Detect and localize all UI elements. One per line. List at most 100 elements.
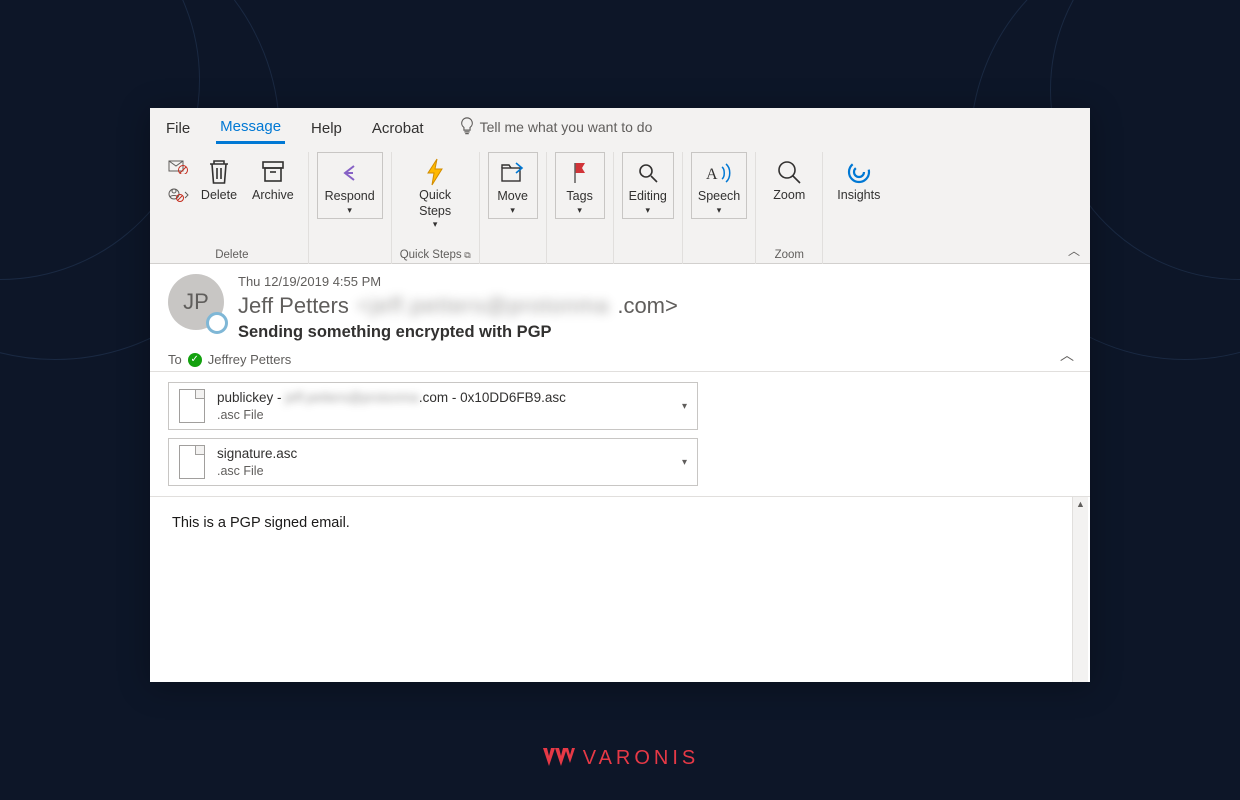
speech-label: Speech — [698, 189, 740, 205]
group-label-zoom: Zoom — [775, 247, 804, 264]
junk-button[interactable] — [164, 182, 192, 206]
chevron-down-icon[interactable]: ▾ — [682, 401, 687, 412]
move-button[interactable]: Move ▾ — [488, 152, 538, 219]
delete-button[interactable]: Delete — [194, 152, 244, 206]
editing-button[interactable]: Editing ▾ — [622, 152, 674, 219]
speech-button[interactable]: A Speech ▾ — [691, 152, 747, 219]
insights-label: Insights — [837, 188, 880, 204]
ribbon-group-zoom: Zoom Zoom — [756, 152, 823, 264]
group-label-respond — [348, 247, 351, 264]
attachment-filename: publickey - jeff.petters@protonma.com - … — [217, 389, 566, 407]
tell-me-search[interactable]: Tell me what you want to do — [460, 117, 653, 136]
group-label-editing — [646, 247, 649, 264]
chevron-down-icon: ▾ — [645, 205, 650, 216]
file-icon — [179, 445, 205, 479]
sender-email-redacted: <jeff.petters@protonma — [357, 293, 609, 319]
message-subject: Sending something encrypted with PGP — [238, 323, 1072, 342]
tab-acrobat[interactable]: Acrobat — [368, 112, 428, 143]
sender-avatar: JP — [168, 274, 224, 330]
archive-icon — [259, 156, 287, 188]
group-label-quick-steps[interactable]: Quick Steps — [400, 247, 471, 264]
to-line: To ✓ Jeffrey Petters — [168, 352, 1072, 367]
ribbon-group-editing: Editing ▾ — [614, 152, 683, 264]
chevron-down-icon[interactable]: ▾ — [682, 457, 687, 468]
tab-message[interactable]: Message — [216, 110, 285, 144]
message-header: JP Thu 12/19/2019 4:55 PM Jeff Petters <… — [150, 264, 1090, 372]
lightbulb-icon — [460, 117, 474, 136]
to-label: To — [168, 352, 182, 367]
ribbon-group-quick-steps: Quick Steps▾ Quick Steps — [392, 152, 480, 264]
group-label-delete: Delete — [215, 247, 248, 264]
body-text: This is a PGP signed email. — [172, 515, 350, 531]
sender-display-name: Jeff Petters — [238, 293, 349, 319]
to-recipient: Jeffrey Petters — [208, 352, 292, 367]
ribbon-group-respond: Respond ▾ — [309, 152, 392, 264]
attachment-filename: signature.asc — [217, 445, 297, 463]
group-label-insights — [857, 247, 860, 264]
respond-button[interactable]: Respond ▾ — [317, 152, 383, 219]
quick-steps-label: Quick Steps — [419, 188, 451, 219]
message-body: This is a PGP signed email. ▲ — [150, 497, 1090, 682]
editing-label: Editing — [629, 189, 667, 205]
outlook-message-window: File Message Help Acrobat Tell me what y… — [150, 108, 1090, 682]
tab-help[interactable]: Help — [307, 112, 346, 143]
ribbon-group-speech: A Speech ▾ — [683, 152, 756, 264]
presence-ring-icon — [206, 312, 228, 334]
attachment-item[interactable]: signature.asc .asc File ▾ — [168, 438, 698, 486]
flag-icon — [569, 157, 591, 189]
group-label-speech — [717, 247, 720, 264]
message-timestamp: Thu 12/19/2019 4:55 PM — [238, 274, 1072, 289]
verified-icon: ✓ — [188, 353, 202, 367]
ribbon-mini-actions — [164, 152, 192, 206]
file-icon — [179, 389, 205, 423]
archive-button[interactable]: Archive — [246, 152, 300, 206]
move-label: Move — [497, 189, 528, 205]
lightning-icon — [422, 156, 448, 188]
ribbon-group-delete: Delete Archive Delete — [156, 152, 309, 264]
collapse-ribbon-button[interactable]: ︿ — [1068, 242, 1080, 259]
avatar-initials: JP — [183, 289, 209, 315]
group-label-move — [511, 247, 514, 264]
chevron-down-icon: ▾ — [510, 205, 515, 216]
ignore-button[interactable] — [164, 154, 192, 178]
brand-name: VARONIS — [583, 747, 700, 770]
trash-icon — [205, 156, 233, 188]
expand-header-button[interactable]: ︿ — [1060, 345, 1074, 365]
scrollbar[interactable]: ▲ — [1072, 497, 1088, 682]
attachment-type: .asc File — [217, 407, 566, 423]
attachments-area: publickey - jeff.petters@protonma.com - … — [150, 372, 1090, 497]
zoom-button[interactable]: Zoom — [764, 152, 814, 206]
ribbon-group-move: Move ▾ — [480, 152, 547, 264]
attachment-item[interactable]: publickey - jeff.petters@protonma.com - … — [168, 382, 698, 430]
attachment-type: .asc File — [217, 463, 297, 479]
sender-name: Jeff Petters <jeff.petters@protonma .com> — [238, 293, 1072, 319]
ribbon-group-tags: Tags ▾ — [547, 152, 614, 264]
find-icon — [636, 157, 660, 189]
svg-text:A: A — [706, 166, 718, 183]
reply-icon — [336, 157, 364, 189]
insights-icon — [845, 156, 873, 188]
folder-move-icon — [499, 157, 527, 189]
zoom-icon — [775, 156, 803, 188]
tags-label: Tags — [566, 189, 592, 205]
chevron-down-icon: ▾ — [347, 205, 352, 216]
quick-steps-button[interactable]: Quick Steps▾ — [410, 152, 460, 233]
zoom-label: Zoom — [773, 188, 805, 204]
archive-label: Archive — [252, 188, 294, 204]
chevron-down-icon: ▾ — [577, 205, 582, 216]
tell-me-label: Tell me what you want to do — [480, 119, 653, 135]
varonis-logo-icon — [541, 746, 575, 770]
tags-button[interactable]: Tags ▾ — [555, 152, 605, 219]
delete-label: Delete — [201, 188, 237, 204]
ribbon-group-insights: Insights — [823, 152, 894, 264]
insights-button[interactable]: Insights — [831, 152, 886, 206]
chevron-down-icon: ▾ — [717, 205, 722, 216]
scroll-up-icon[interactable]: ▲ — [1073, 497, 1088, 511]
read-aloud-icon: A — [704, 157, 734, 189]
sender-email-tail: .com> — [617, 293, 678, 319]
tab-strip: File Message Help Acrobat Tell me what y… — [150, 108, 1090, 146]
brand-footer: VARONIS — [0, 746, 1240, 770]
tab-file[interactable]: File — [162, 112, 194, 143]
group-label-tags — [578, 247, 581, 264]
respond-label: Respond — [325, 189, 375, 205]
